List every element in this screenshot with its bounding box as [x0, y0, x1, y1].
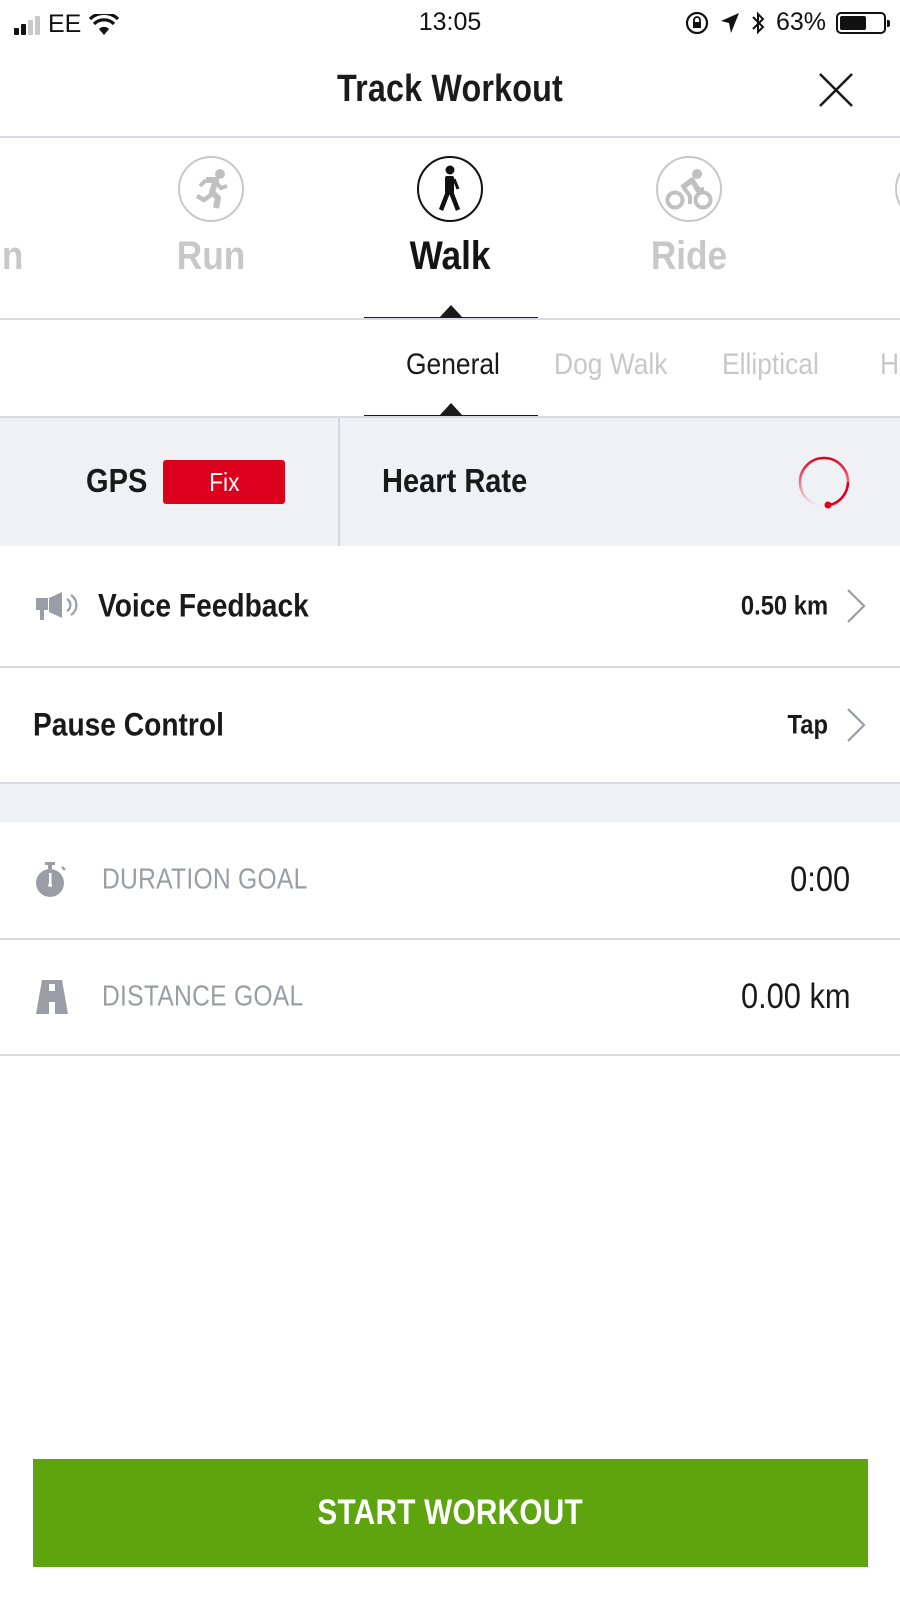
activity-label: Ride	[650, 234, 728, 278]
section-separator	[0, 784, 900, 822]
loading-spinner-icon	[798, 456, 850, 509]
gps-fix-button[interactable]: Fix	[163, 460, 285, 504]
activity-item-partial-right[interactable]: Y	[848, 156, 900, 279]
gps-label: GPS	[86, 462, 148, 499]
activity-carousel[interactable]: n Run Walk Ride	[0, 138, 900, 320]
sensor-divider	[338, 418, 340, 546]
battery-icon	[836, 11, 890, 34]
walk-icon-circle	[417, 156, 483, 222]
activity-label: Walk	[409, 234, 491, 278]
tab-elliptical[interactable]: Elliptical	[722, 348, 819, 382]
duration-goal-label: DURATION GOAL	[102, 863, 308, 896]
fix-label: Fix	[208, 466, 240, 497]
walk-icon	[438, 165, 461, 211]
voice-feedback-row[interactable]: Voice Feedback 0.50 km	[0, 546, 900, 668]
distance-goal-value: 0.00 km	[740, 977, 850, 1016]
voice-feedback-label: Voice Feedback	[98, 587, 309, 624]
subtype-tabs: General Dog Walk Elliptical Hi	[0, 320, 900, 418]
page-title: Track Workout	[337, 68, 563, 110]
header: Track Workout	[0, 46, 900, 138]
heart-rate-label[interactable]: Heart Rate	[382, 462, 527, 500]
activity-item-partial-left[interactable]: n	[0, 156, 40, 279]
rotation-lock-icon	[685, 11, 709, 34]
partial-activity-icon	[895, 156, 900, 222]
bike-icon-circle	[656, 156, 722, 222]
distance-goal-row[interactable]: DISTANCE GOAL 0.00 km	[0, 940, 900, 1056]
tab-partial[interactable]: Hi	[880, 348, 900, 382]
pause-control-label: Pause Control	[33, 706, 224, 743]
tab-general[interactable]: General	[406, 348, 500, 382]
sensor-bar: GPS Fix Heart Rate	[0, 418, 900, 546]
activity-item-run[interactable]: Run	[131, 156, 291, 279]
status-bar: EE 13:05 63%	[0, 0, 900, 46]
pause-control-row[interactable]: Pause Control Tap	[0, 668, 900, 784]
start-workout-label: START WORKOUT	[317, 1493, 584, 1532]
run-icon-circle	[178, 156, 244, 222]
battery-percent: 63%	[775, 8, 826, 36]
duration-goal-value: 0:00	[790, 860, 850, 899]
bluetooth-icon	[752, 11, 765, 34]
start-workout-button[interactable]: START WORKOUT	[33, 1459, 868, 1567]
activity-label: Run	[176, 234, 246, 278]
voice-feedback-value: 0.50 km	[740, 590, 828, 621]
distance-goal-label: DISTANCE GOAL	[102, 980, 304, 1013]
close-icon	[819, 73, 853, 107]
megaphone-icon	[36, 592, 78, 620]
activity-item-walk[interactable]: Walk	[370, 156, 530, 279]
chevron-right-icon	[847, 589, 866, 623]
road-icon	[36, 980, 68, 1014]
tab-dog-walk[interactable]: Dog Walk	[554, 348, 667, 382]
location-arrow-icon	[720, 12, 739, 33]
duration-goal-row[interactable]: DURATION GOAL 0:00	[0, 822, 900, 940]
status-right: 63%	[684, 8, 890, 37]
bike-icon	[665, 169, 713, 210]
chevron-right-icon	[847, 708, 866, 742]
battery-fill	[840, 15, 867, 30]
activity-label: Y	[858, 234, 900, 279]
stopwatch-icon	[36, 862, 66, 897]
activity-item-ride[interactable]: Ride	[609, 156, 769, 279]
close-button[interactable]	[816, 70, 856, 110]
run-icon	[195, 169, 228, 209]
activity-label: n	[1, 234, 24, 278]
pause-control-value: Tap	[787, 709, 828, 740]
